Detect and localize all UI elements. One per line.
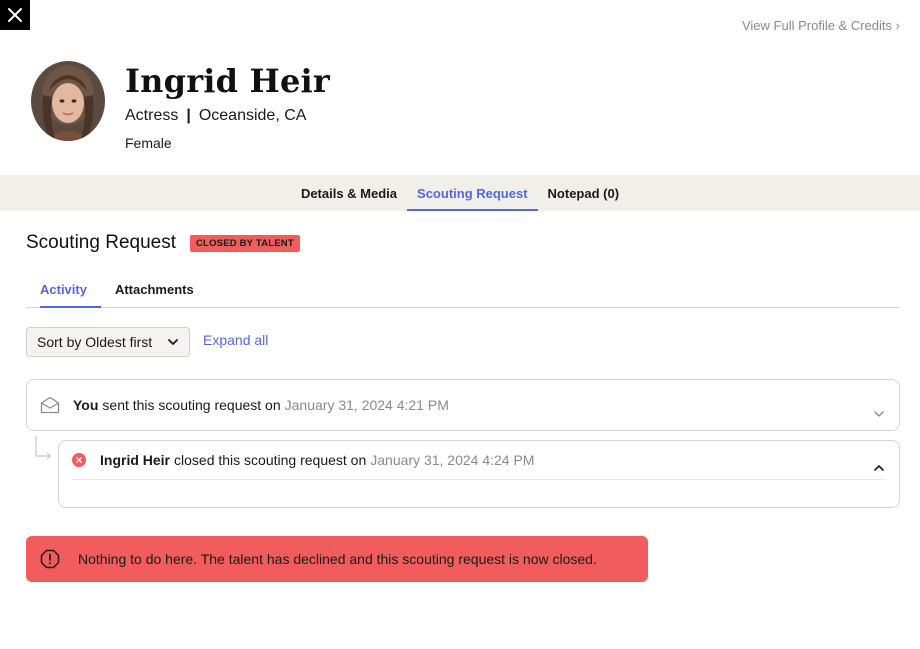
- profile-meta: Actress | Oceanside, CA: [125, 105, 330, 127]
- subtab-attachments[interactable]: Attachments: [101, 272, 208, 307]
- avatar: [31, 61, 105, 141]
- profile-tabbar: Details & Media Scouting Request Notepad…: [0, 175, 920, 211]
- tab-notepad[interactable]: Notepad (0): [538, 175, 630, 211]
- x-circle-icon: [72, 453, 86, 467]
- activity-action: sent this scouting request on: [102, 397, 281, 413]
- chevron-down-icon: [168, 339, 178, 345]
- envelope-icon: [40, 396, 60, 414]
- activity-line: Ingrid Heir closed this scouting request…: [72, 452, 534, 468]
- meta-separator: |: [186, 107, 191, 124]
- close-button[interactable]: [0, 0, 30, 30]
- view-full-profile-link[interactable]: View Full Profile & Credits ›: [742, 18, 900, 33]
- section-header: Scouting Request CLOSED BY TALENT: [26, 232, 300, 254]
- tab-scouting-request[interactable]: Scouting Request: [407, 175, 538, 211]
- view-full-profile-label: View Full Profile & Credits: [741, 18, 893, 33]
- activity-item[interactable]: You sent this scouting request on Januar…: [26, 379, 900, 431]
- activity-date: January 31, 2024 4:24 PM: [370, 452, 535, 468]
- expand-all-link[interactable]: Expand all: [203, 332, 268, 348]
- card-divider: [72, 479, 886, 480]
- activity-actor: You: [73, 397, 99, 413]
- activity-actor: Ingrid Heir: [100, 452, 171, 468]
- activity-date: January 31, 2024 4:21 PM: [284, 397, 449, 413]
- section-title: Scouting Request: [26, 232, 176, 253]
- profile-header: Ingrid Heir Actress | Oceanside, CA Female: [31, 61, 330, 151]
- tab-details-media[interactable]: Details & Media: [291, 175, 407, 211]
- profile-location: Oceanside, CA: [198, 107, 307, 124]
- subtab-activity[interactable]: Activity: [26, 272, 101, 308]
- activity-action: closed this scouting request on: [174, 452, 367, 468]
- status-badge: CLOSED BY TALENT: [190, 234, 300, 252]
- closed-alert-banner: Nothing to do here. The talent has decli…: [26, 536, 648, 582]
- close-icon: [8, 8, 22, 22]
- profile-role: Actress: [125, 107, 179, 124]
- thread-connector-icon: [35, 436, 51, 460]
- chevron-up-icon[interactable]: [873, 462, 885, 474]
- chevron-right-icon: ›: [895, 18, 900, 33]
- sort-select-value: Sort by Oldest first: [37, 334, 153, 350]
- activity-subtabs: Activity Attachments: [26, 272, 900, 308]
- alert-message: Nothing to do here. The talent has decli…: [78, 551, 597, 567]
- alert-octagon-icon: [40, 549, 60, 569]
- activity-line: You sent this scouting request on Januar…: [40, 396, 449, 414]
- profile-name: Ingrid Heir: [125, 62, 330, 100]
- activity-item[interactable]: Ingrid Heir closed this scouting request…: [58, 440, 900, 508]
- profile-gender: Female: [125, 135, 172, 151]
- sort-select[interactable]: Sort by Oldest first: [26, 327, 190, 357]
- chevron-down-icon[interactable]: [873, 408, 885, 420]
